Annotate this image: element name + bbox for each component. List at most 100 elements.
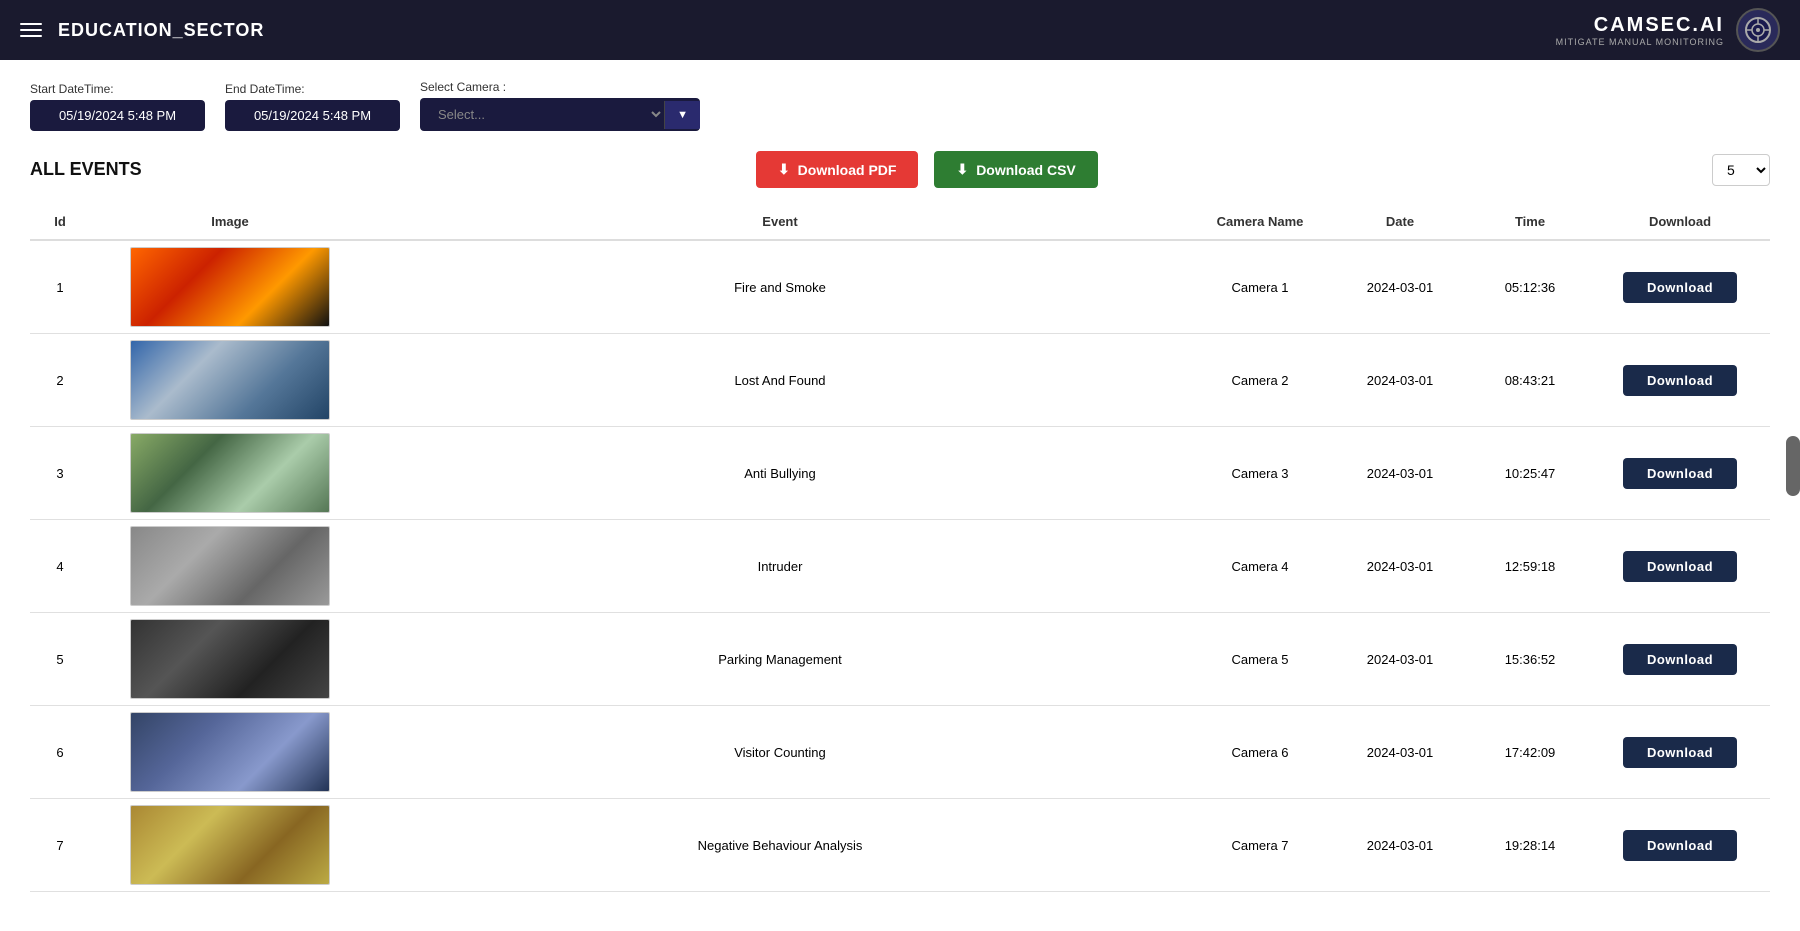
cell-time: 12:59:18 [1470,520,1590,613]
cell-id: 6 [30,706,90,799]
cell-date: 2024-03-01 [1330,799,1470,892]
download-pdf-label: Download PDF [798,162,897,178]
table-header: Id Image Event Camera Name Date Time Dow… [30,204,1770,240]
cell-event: Intruder [370,520,1190,613]
cell-id: 3 [30,427,90,520]
cell-download: Download [1590,334,1770,427]
table-body: 1 Fire and Smoke Camera 1 2024-03-01 05:… [30,240,1770,892]
cell-event: Negative Behaviour Analysis [370,799,1190,892]
header-right: CAMSEC.AI MITIGATE MANUAL MONITORING [1556,8,1780,52]
col-header-id: Id [30,204,90,240]
cell-id: 4 [30,520,90,613]
cell-date: 2024-03-01 [1330,520,1470,613]
cell-image [90,240,370,334]
col-header-image: Image [90,204,370,240]
download-button[interactable]: Download [1623,644,1737,675]
cell-time: 19:28:14 [1470,799,1590,892]
cell-download: Download [1590,427,1770,520]
cell-id: 5 [30,613,90,706]
download-button[interactable]: Download [1623,365,1737,396]
cell-image [90,427,370,520]
event-thumbnail [130,340,330,420]
page-size-select[interactable]: 5 10 25 50 [1712,154,1770,186]
brand-tagline: MITIGATE MANUAL MONITORING [1556,37,1724,47]
cell-camera: Camera 1 [1190,240,1330,334]
table-row: 5 Parking Management Camera 5 2024-03-01… [30,613,1770,706]
cell-image [90,799,370,892]
download-pdf-icon: ⬇ [778,161,790,178]
cell-id: 7 [30,799,90,892]
header-left: EDUCATION_SECTOR [20,20,264,41]
cell-image [90,334,370,427]
events-table: Id Image Event Camera Name Date Time Dow… [30,204,1770,892]
download-button[interactable]: Download [1623,458,1737,489]
main-content: Start DateTime: 05/19/2024 5:48 PM End D… [0,60,1800,931]
col-header-time: Time [1470,204,1590,240]
header: EDUCATION_SECTOR CAMSEC.AI MITIGATE MANU… [0,0,1800,60]
camera-select-wrapper: Select... Camera 1 Camera 2 Camera 3 Cam… [420,98,700,131]
scrollbar-indicator[interactable] [1786,436,1800,496]
event-thumbnail [130,619,330,699]
page-title: EDUCATION_SECTOR [58,20,264,41]
camera-select[interactable]: Select... Camera 1 Camera 2 Camera 3 Cam… [420,98,664,131]
event-thumbnail [130,526,330,606]
cell-camera: Camera 6 [1190,706,1330,799]
camsec-logo: CAMSEC.AI MITIGATE MANUAL MONITORING [1556,14,1724,47]
col-header-date: Date [1330,204,1470,240]
cell-event: Lost And Found [370,334,1190,427]
cell-time: 17:42:09 [1470,706,1590,799]
table-row: 2 Lost And Found Camera 2 2024-03-01 08:… [30,334,1770,427]
end-datetime-input[interactable]: 05/19/2024 5:48 PM [225,100,400,131]
cell-date: 2024-03-01 [1330,613,1470,706]
download-button[interactable]: Download [1623,737,1737,768]
download-button[interactable]: Download [1623,551,1737,582]
end-datetime-group: End DateTime: 05/19/2024 5:48 PM [225,82,400,131]
actions-row: ALL EVENTS ⬇ Download PDF ⬇ Download CSV… [30,151,1770,188]
download-button[interactable]: Download [1623,272,1737,303]
menu-icon[interactable] [20,23,42,37]
cell-event: Fire and Smoke [370,240,1190,334]
col-header-event: Event [370,204,1190,240]
cell-image [90,520,370,613]
cell-id: 1 [30,240,90,334]
cell-event: Parking Management [370,613,1190,706]
brand-name: CAMSEC.AI [1594,14,1724,37]
table-row: 1 Fire and Smoke Camera 1 2024-03-01 05:… [30,240,1770,334]
download-csv-button[interactable]: ⬇ Download CSV [934,151,1097,188]
cell-date: 2024-03-01 [1330,706,1470,799]
cell-event: Anti Bullying [370,427,1190,520]
camera-select-label: Select Camera : [420,80,700,94]
download-button[interactable]: Download [1623,830,1737,861]
cell-time: 08:43:21 [1470,334,1590,427]
download-pdf-button[interactable]: ⬇ Download PDF [756,151,919,188]
event-thumbnail [130,433,330,513]
start-datetime-group: Start DateTime: 05/19/2024 5:48 PM [30,82,205,131]
actions-center: ⬇ Download PDF ⬇ Download CSV [756,151,1098,188]
cell-image [90,706,370,799]
event-thumbnail [130,247,330,327]
logo-icon [1736,8,1780,52]
start-datetime-input[interactable]: 05/19/2024 5:48 PM [30,100,205,131]
cell-camera: Camera 5 [1190,613,1330,706]
table-row: 3 Anti Bullying Camera 3 2024-03-01 10:2… [30,427,1770,520]
cell-camera: Camera 3 [1190,427,1330,520]
cell-time: 10:25:47 [1470,427,1590,520]
cell-download: Download [1590,240,1770,334]
table-row: 7 Negative Behaviour Analysis Camera 7 2… [30,799,1770,892]
section-title: ALL EVENTS [30,159,142,180]
cell-image [90,613,370,706]
cell-date: 2024-03-01 [1330,427,1470,520]
col-header-download: Download [1590,204,1770,240]
cell-date: 2024-03-01 [1330,240,1470,334]
table-row: 6 Visitor Counting Camera 6 2024-03-01 1… [30,706,1770,799]
event-thumbnail [130,712,330,792]
cell-camera: Camera 2 [1190,334,1330,427]
cell-id: 2 [30,334,90,427]
cell-camera: Camera 4 [1190,520,1330,613]
end-datetime-label: End DateTime: [225,82,400,96]
cell-date: 2024-03-01 [1330,334,1470,427]
cell-download: Download [1590,706,1770,799]
chevron-down-icon[interactable]: ▼ [664,101,700,129]
cell-download: Download [1590,799,1770,892]
camera-select-group: Select Camera : Select... Camera 1 Camer… [420,80,700,131]
